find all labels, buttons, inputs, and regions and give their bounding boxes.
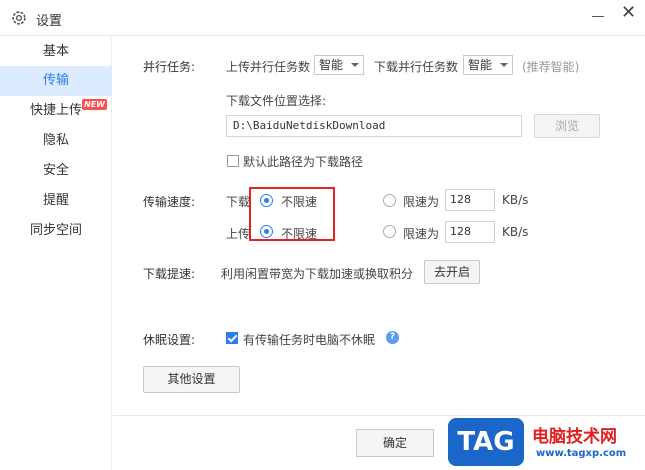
new-badge: NEW xyxy=(82,99,107,110)
sidebar-item-label: 快捷上传 xyxy=(29,103,82,118)
minimize-button[interactable] xyxy=(591,10,605,24)
sidebar-item-security[interactable]: 安全 xyxy=(0,156,112,186)
default-path-label: 默认此路径为下载路径 xyxy=(243,155,364,169)
chevron-down-icon xyxy=(500,63,508,67)
download-parallel-select[interactable]: 智能 xyxy=(463,55,513,75)
default-path-checkbox[interactable] xyxy=(227,155,239,167)
upload-limit-radio[interactable] xyxy=(383,225,396,238)
gear-icon xyxy=(12,11,26,25)
download-limit-input[interactable]: 128 xyxy=(445,189,495,211)
sidebar-item-reminder[interactable]: 提醒 xyxy=(0,186,112,216)
download-parallel-label: 下载并行任务数 xyxy=(374,60,459,74)
upload-unit-label: KB/s xyxy=(502,225,529,239)
title-bar: 设置 ✕ xyxy=(0,0,645,36)
download-location-label: 下载文件位置选择: xyxy=(226,94,327,108)
close-button[interactable]: ✕ xyxy=(621,3,637,23)
site-watermark: TAG 电脑技术网 www.tagxp.com xyxy=(440,412,645,470)
download-limit-radio[interactable] xyxy=(383,194,396,207)
upload-speed-label: 上传 xyxy=(226,227,251,241)
upload-limit-label: 限速为 xyxy=(403,227,440,241)
sidebar: 基本 传输 快捷上传 NEW 隐私 安全 提醒 同步空间 xyxy=(0,37,112,470)
highlight-box xyxy=(249,187,335,241)
download-speed-label: 下载 xyxy=(226,195,251,209)
download-unit-label: KB/s xyxy=(502,193,529,207)
no-sleep-checkbox[interactable] xyxy=(226,332,238,344)
upload-parallel-value: 智能 xyxy=(319,58,344,72)
boost-description: 利用闲置带宽为下载加速或换取积分 xyxy=(221,267,414,281)
upload-parallel-label: 上传并行任务数 xyxy=(226,60,311,74)
watermark-site-name: 电脑技术网 xyxy=(532,427,617,447)
chevron-down-icon xyxy=(351,63,359,67)
sidebar-item-quick-upload[interactable]: 快捷上传 NEW xyxy=(0,96,112,126)
help-icon[interactable]: ? xyxy=(386,331,399,344)
other-settings-button[interactable]: 其他设置 xyxy=(143,366,240,393)
download-limit-label: 限速为 xyxy=(403,195,440,209)
transfer-settings-panel: 并行任务: 上传并行任务数 智能 下载并行任务数 智能 (推荐智能) 下载文件位… xyxy=(113,37,645,415)
download-path-input[interactable]: D:\BaiduNetdiskDownload xyxy=(226,115,522,137)
upload-limit-input[interactable]: 128 xyxy=(445,221,495,243)
download-boost-label: 下载提速: xyxy=(143,267,196,281)
sidebar-item-transfer[interactable]: 传输 xyxy=(0,66,112,96)
download-parallel-value: 智能 xyxy=(468,58,493,72)
sidebar-item-privacy[interactable]: 隐私 xyxy=(0,126,112,156)
sleep-settings-label: 休眠设置: xyxy=(143,333,196,347)
sidebar-item-sync-space[interactable]: 同步空间 xyxy=(0,216,112,246)
browse-button[interactable]: 浏览 xyxy=(534,114,600,138)
transfer-speed-label: 传输速度: xyxy=(143,195,196,209)
sidebar-item-basic[interactable]: 基本 xyxy=(0,37,112,67)
watermark-logo: TAG xyxy=(448,418,524,466)
ok-button[interactable]: 确定 xyxy=(356,429,434,457)
upload-parallel-select[interactable]: 智能 xyxy=(314,55,364,75)
window-title: 设置 xyxy=(36,14,63,29)
no-sleep-label: 有传输任务时电脑不休眠 xyxy=(243,333,376,347)
enable-boost-button[interactable]: 去开启 xyxy=(424,260,480,284)
parallel-tasks-label: 并行任务: xyxy=(143,60,196,74)
recommend-hint: (推荐智能) xyxy=(522,60,580,74)
watermark-url: www.tagxp.com xyxy=(536,448,627,459)
